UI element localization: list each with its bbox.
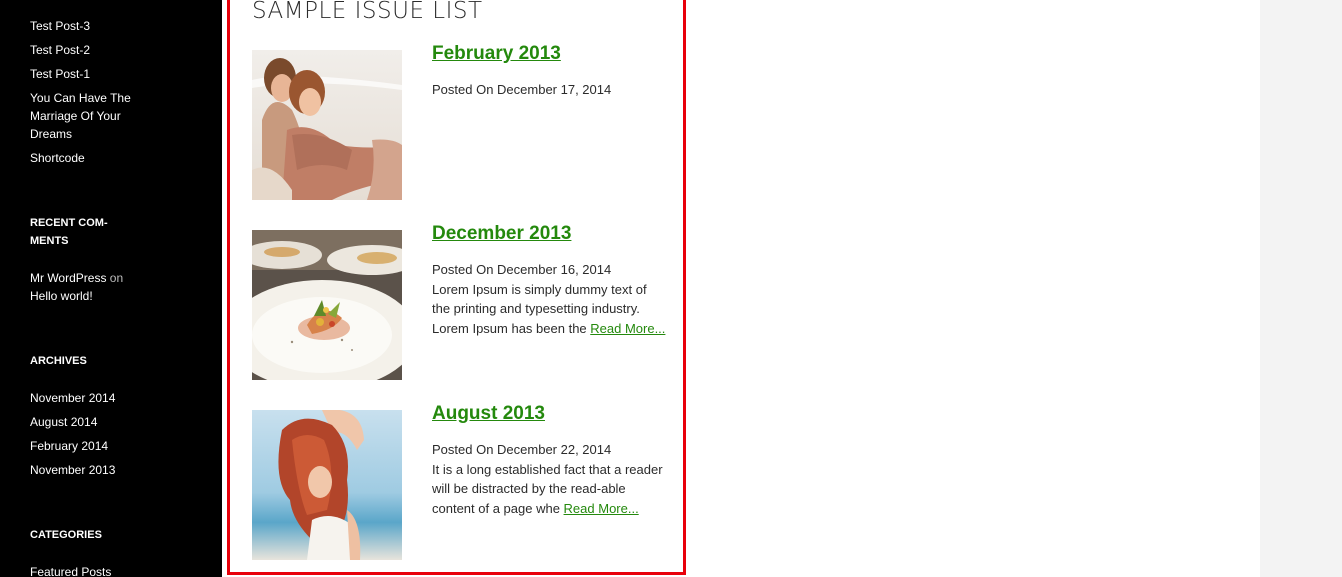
plated-food-photo [252,230,402,380]
couple-on-beach-photo [252,50,402,200]
sidebar-post-item[interactable]: Test Post-1 [30,65,140,83]
sidebar-post-item[interactable]: Test Post-2 [30,41,140,59]
issue-title-link[interactable]: August 2013 [432,404,667,423]
issue-date: Posted On December 16, 2014 [432,262,612,277]
panel-title: SAMPLE ISSUE LIST [252,0,483,24]
recent-posts-list: Test Post-3 Test Post-2 Test Post-1 You … [30,17,140,173]
issue-date: Posted On December 22, 2014 [432,442,612,457]
issue-thumbnail[interactable] [252,410,402,560]
issue-item: February 2013 Posted On December 17, 201… [252,44,672,200]
recent-comment-item: Mr WordPress on Hello world! [30,269,160,305]
issue-body: February 2013 Posted On December 17, 201… [432,44,667,100]
comment-author-link[interactable]: Mr WordPress [30,271,106,285]
issue-item: August 2013 Posted On December 22, 2014 … [252,404,672,560]
sidebar-post-item[interactable]: Test Post-3 [30,17,140,35]
issue-body: August 2013 Posted On December 22, 2014 … [432,404,667,519]
issue-thumbnail[interactable] [252,50,402,200]
archive-item[interactable]: November 2013 [30,461,140,479]
archive-link[interactable]: November 2014 [30,391,115,405]
sidebar-post-link[interactable]: You Can Have The Marriage Of Your Dreams [30,91,131,141]
sidebar-post-item[interactable]: Shortcode [30,149,140,167]
issue-date: Posted On December 17, 2014 [432,82,612,97]
issue-excerpt: It is a long established fact that a rea… [432,460,667,519]
woman-red-hair-beach-photo [252,410,402,560]
archives-list: November 2014 August 2014 February 2014 … [30,389,140,485]
right-gutter [1260,0,1342,577]
issue-item: December 2013 Posted On December 16, 201… [252,224,672,380]
archive-item[interactable]: August 2014 [30,413,140,431]
issue-body: December 2013 Posted On December 16, 201… [432,224,667,339]
archive-link[interactable]: November 2013 [30,463,115,477]
category-item[interactable]: Featured Posts [30,563,140,577]
comment-post-link[interactable]: Hello world! [30,289,93,303]
sample-issue-list-panel: SAMPLE ISSUE LIST February 2013 Posted O… [227,0,686,575]
recent-comments-heading: RECENT COM-MENTS [30,217,108,247]
sidebar: Test Post-3 Test Post-2 Test Post-1 You … [0,0,222,577]
sidebar-divider [222,0,226,577]
read-more-link[interactable]: Read More... [564,501,639,516]
sidebar-post-link[interactable]: Test Post-2 [30,43,90,57]
issue-thumbnail[interactable] [252,230,402,380]
issue-excerpt: Lorem Ipsum is simply dummy text of the … [432,280,667,339]
archive-item[interactable]: February 2014 [30,437,140,455]
sidebar-post-link[interactable]: Shortcode [30,151,85,165]
content-area-blank [686,0,1260,577]
comment-connector: on [106,271,124,285]
archive-item[interactable]: November 2014 [30,389,140,407]
category-link[interactable]: Featured Posts [30,565,111,577]
issue-title-link[interactable]: February 2013 [432,44,667,63]
read-more-link[interactable]: Read More... [590,321,665,336]
archive-link[interactable]: August 2014 [30,415,97,429]
issue-title-link[interactable]: December 2013 [432,224,667,243]
archive-link[interactable]: February 2014 [30,439,108,453]
categories-list: Featured Posts [30,563,140,577]
categories-heading: CATEGORIES [30,529,102,541]
sidebar-post-link[interactable]: Test Post-3 [30,19,90,33]
archives-heading: ARCHIVES [30,355,87,367]
sidebar-post-link[interactable]: Test Post-1 [30,67,90,81]
sidebar-post-item[interactable]: You Can Have The Marriage Of Your Dreams [30,89,140,143]
